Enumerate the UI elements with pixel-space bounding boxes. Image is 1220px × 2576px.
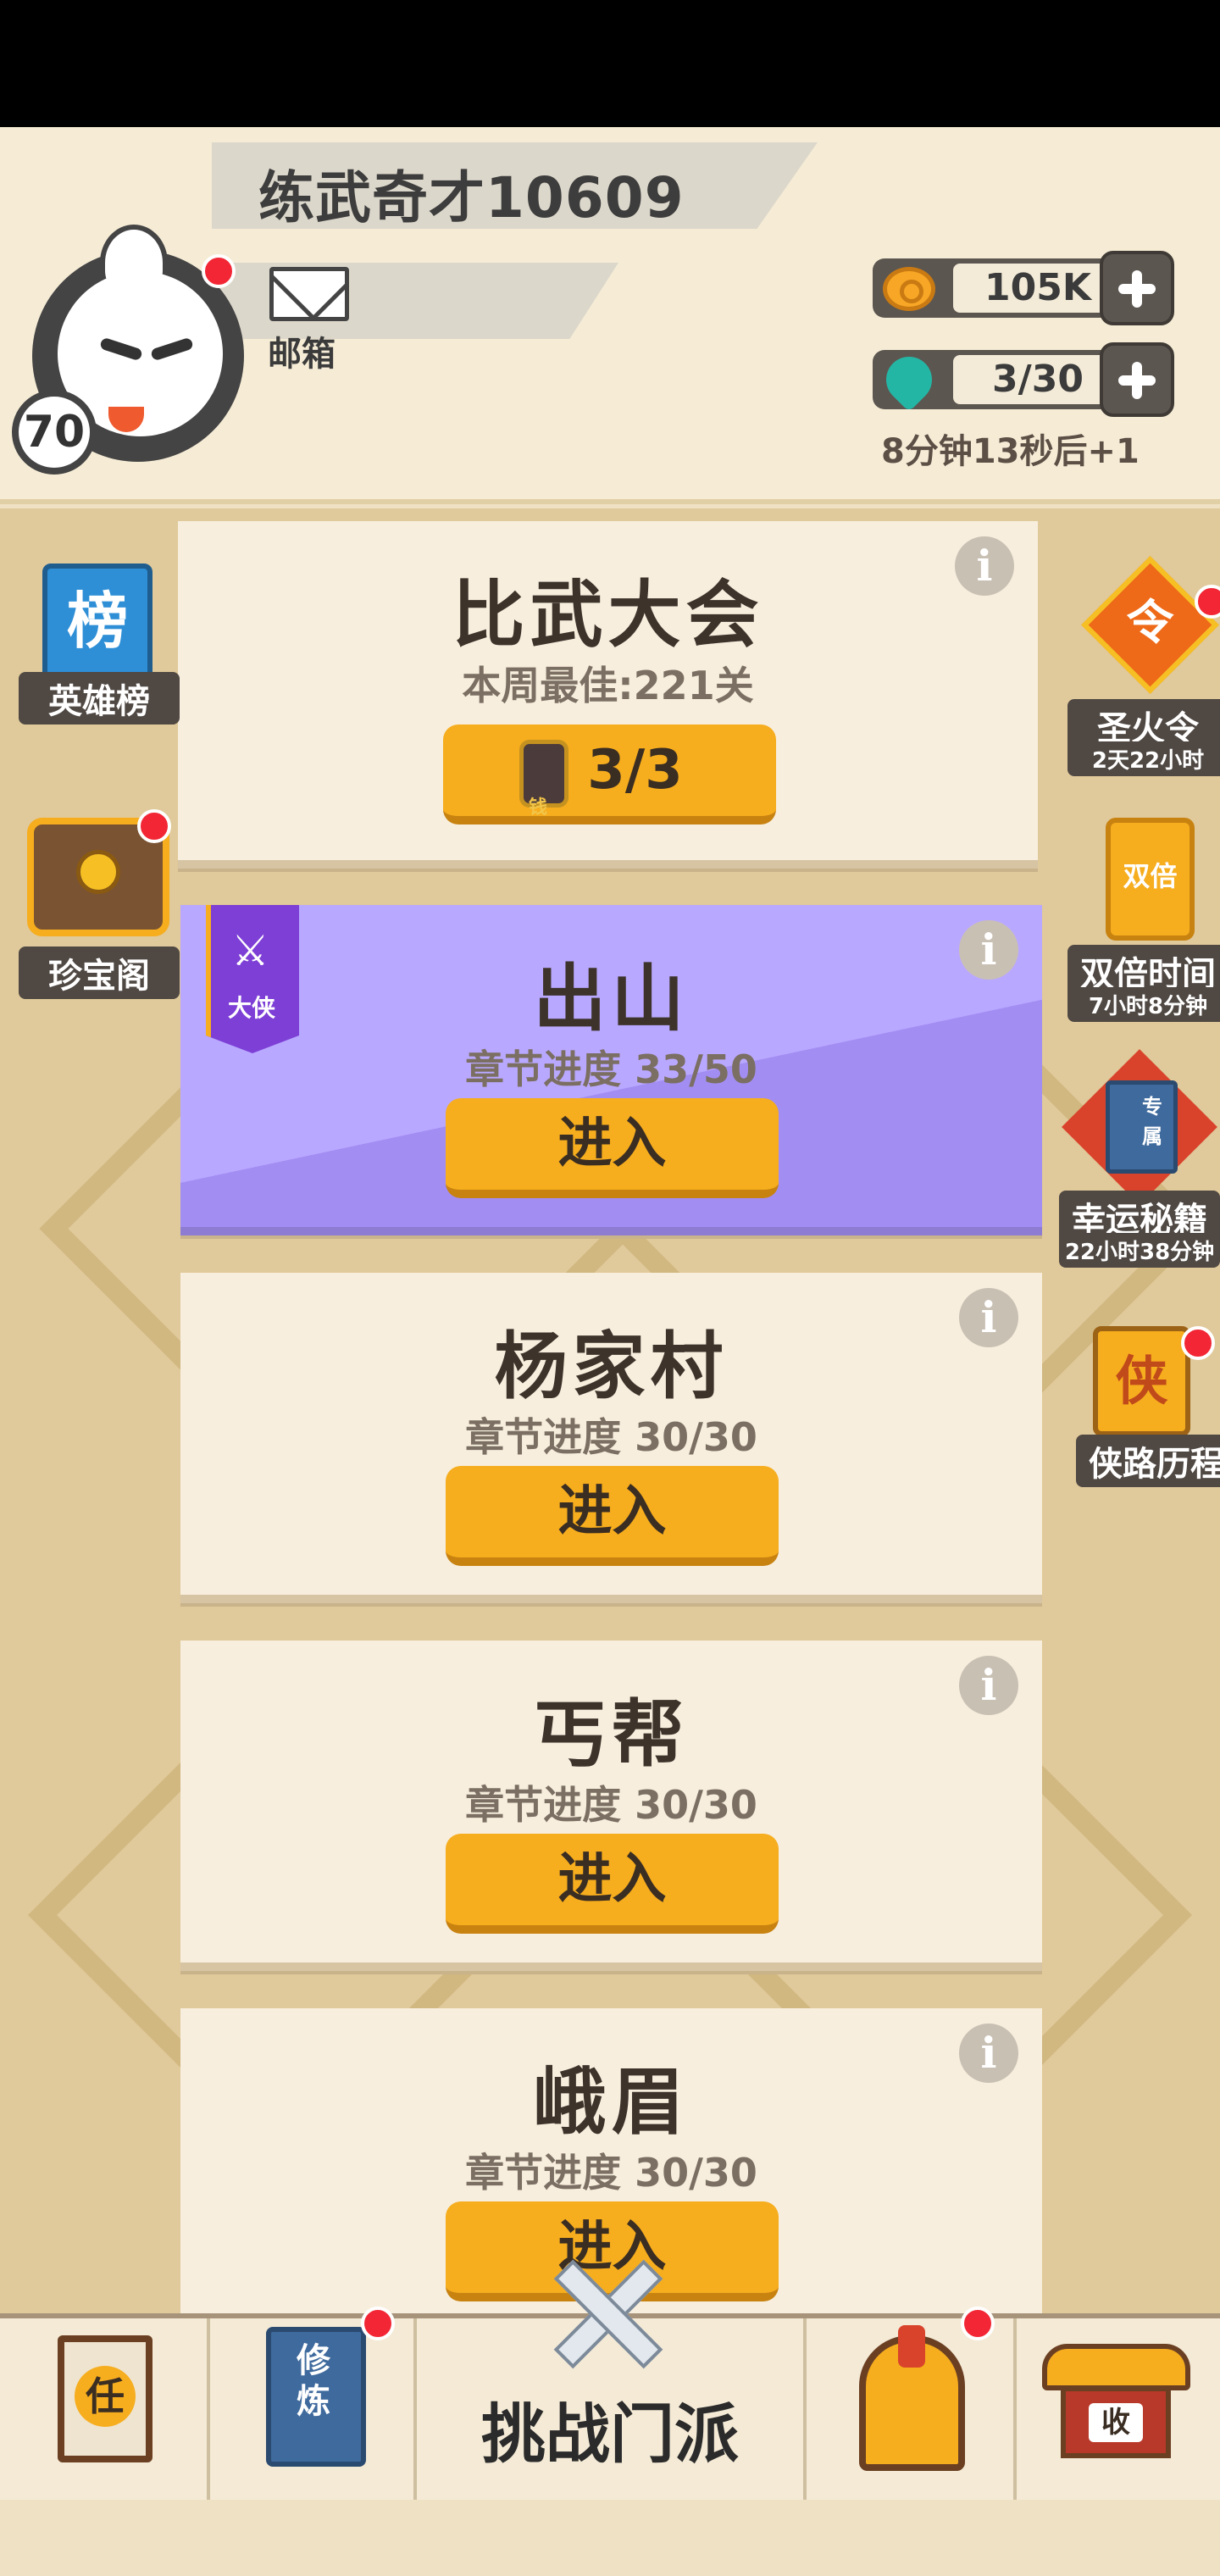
mail-button[interactable]: 邮箱 [263,267,356,374]
nav-tasks[interactable]: 任 [0,2318,210,2500]
card-subtitle: 章节进度 30/30 [465,1782,757,1828]
hero-rank-label: 英雄榜 [19,672,180,724]
lucky-manual-timer: 22小时38分钟 [1059,1233,1220,1268]
nav-collection[interactable]: 收 [1017,2318,1220,2500]
stamina-gem-icon [876,347,942,413]
bottom-nav: 任 修炼 挑战门派 收 [0,2259,1220,2500]
enter-button[interactable]: 进入 [446,1834,779,1934]
stamina-pill: 3/30 [873,347,1127,413]
training-book-icon: 修炼 [266,2327,366,2467]
treasure-notification-dot [137,809,171,843]
stamina-amount: 3/30 [953,355,1123,404]
system-nav-area [0,2500,1220,2576]
holy-fire-timer: 2天22小时 [1068,741,1220,776]
hero-journey-label: 侠路历程 [1076,1435,1220,1487]
stamina-timer: 8分钟13秒后+1 [881,432,1140,471]
helmet-icon [859,2325,965,2471]
hero-rank-button[interactable]: 榜 英雄榜 [19,564,180,733]
card-subtitle: 本周最佳:221关 [462,663,754,708]
card-title: 比武大会 [452,573,764,658]
ranking-banner-icon: 榜 [42,564,152,682]
gold-pill: 105K [873,258,1127,318]
manual-book-icon: 专属 [1106,1080,1178,1174]
gold-resource: 105K [873,251,1174,325]
card-subtitle: 章节进度 30/30 [465,1414,757,1460]
enter-button[interactable]: 进入 [446,1098,779,1198]
double-time-button[interactable]: 双倍 双倍时间 7小时8分钟 [1068,818,1220,1030]
tournament-tickets-label: 3/3 [587,739,683,802]
add-gold-button[interactable] [1100,251,1174,325]
nav-equipment[interactable] [807,2307,1017,2500]
coin-icon [883,267,935,311]
mail-label: 邮箱 [268,335,336,374]
hero-scroll-icon: 侠 [1093,1326,1190,1436]
lucky-manual-button[interactable]: 专属 幸运秘籍 22小时38分钟 [1059,1049,1220,1271]
level-badge: 70 [12,390,97,475]
double-card-text: 双倍 [1123,860,1178,892]
task-scroll-icon: 任 [58,2335,152,2462]
card-subtitle: 章节进度 30/30 [465,2150,757,2196]
stamina-resource: 3/30 [873,342,1174,417]
task-scroll-text: 任 [75,2366,136,2427]
status-bar [0,0,1220,127]
tournament-card[interactable]: i 比武大会 本周最佳:221关 钱 3/3 [178,521,1038,869]
gold-amount: 105K [953,264,1123,313]
chest-lock [76,850,120,894]
challenge-sect-label: 挑战门派 [481,2396,739,2472]
ticket-glyph: 钱 [529,797,548,819]
chapter-card-yangjiacun[interactable]: i 杨家村 章节进度 30/30 进入 [180,1273,1042,1603]
card-title: 峨眉 [533,2060,690,2145]
card-subtitle: 章节进度 33/50 [465,1046,757,1092]
pavilion-icon: 收 [1042,2344,1190,2462]
pavilion-sign-text: 收 [1089,2403,1143,2442]
card-title: 出山 [533,957,690,1041]
equipment-notification-dot [961,2307,995,2340]
player-name: 练武奇才10609 [258,165,685,230]
treasure-pavilion-label: 珍宝阁 [19,947,180,999]
envelope-icon [269,267,349,321]
chapter-card-chushan[interactable]: ⚔ 大侠 i 出山 章节进度 33/50 进入 [180,905,1042,1235]
avatar-notification-dot [202,254,236,288]
training-notification-dot [361,2307,395,2340]
nav-challenge-sect[interactable]: 挑战门派 [417,2259,807,2500]
nav-training[interactable]: 修炼 [210,2307,417,2500]
manual-book-text: 专属 [1142,1095,1162,1148]
double-card-icon: 双倍 [1106,818,1195,941]
chapter-card-gaibang[interactable]: i 丐帮 章节进度 30/30 进入 [180,1641,1042,1971]
hero-journey-notification-dot [1181,1326,1215,1360]
crossed-swords-icon [544,2251,671,2378]
flame-badge-text: 令 [1126,596,1174,651]
ticket-icon: 钱 [519,740,568,819]
treasure-pavilion-button[interactable]: 珍宝阁 [19,809,180,1004]
add-stamina-button[interactable] [1100,342,1174,417]
double-time-timer: 7小时8分钟 [1068,987,1220,1022]
card-title: 杨家村 [494,1324,729,1409]
enter-button[interactable]: 进入 [446,1466,779,1566]
training-book-text: 修炼 [297,2341,330,2421]
tournament-tickets-button[interactable]: 钱 3/3 [443,724,776,824]
holy-fire-order-button[interactable]: 令 圣火令 2天22小时 [1068,556,1220,784]
hero-journey-button[interactable]: 侠 侠路历程 [1076,1309,1220,1487]
card-title: 丐帮 [533,1692,690,1777]
